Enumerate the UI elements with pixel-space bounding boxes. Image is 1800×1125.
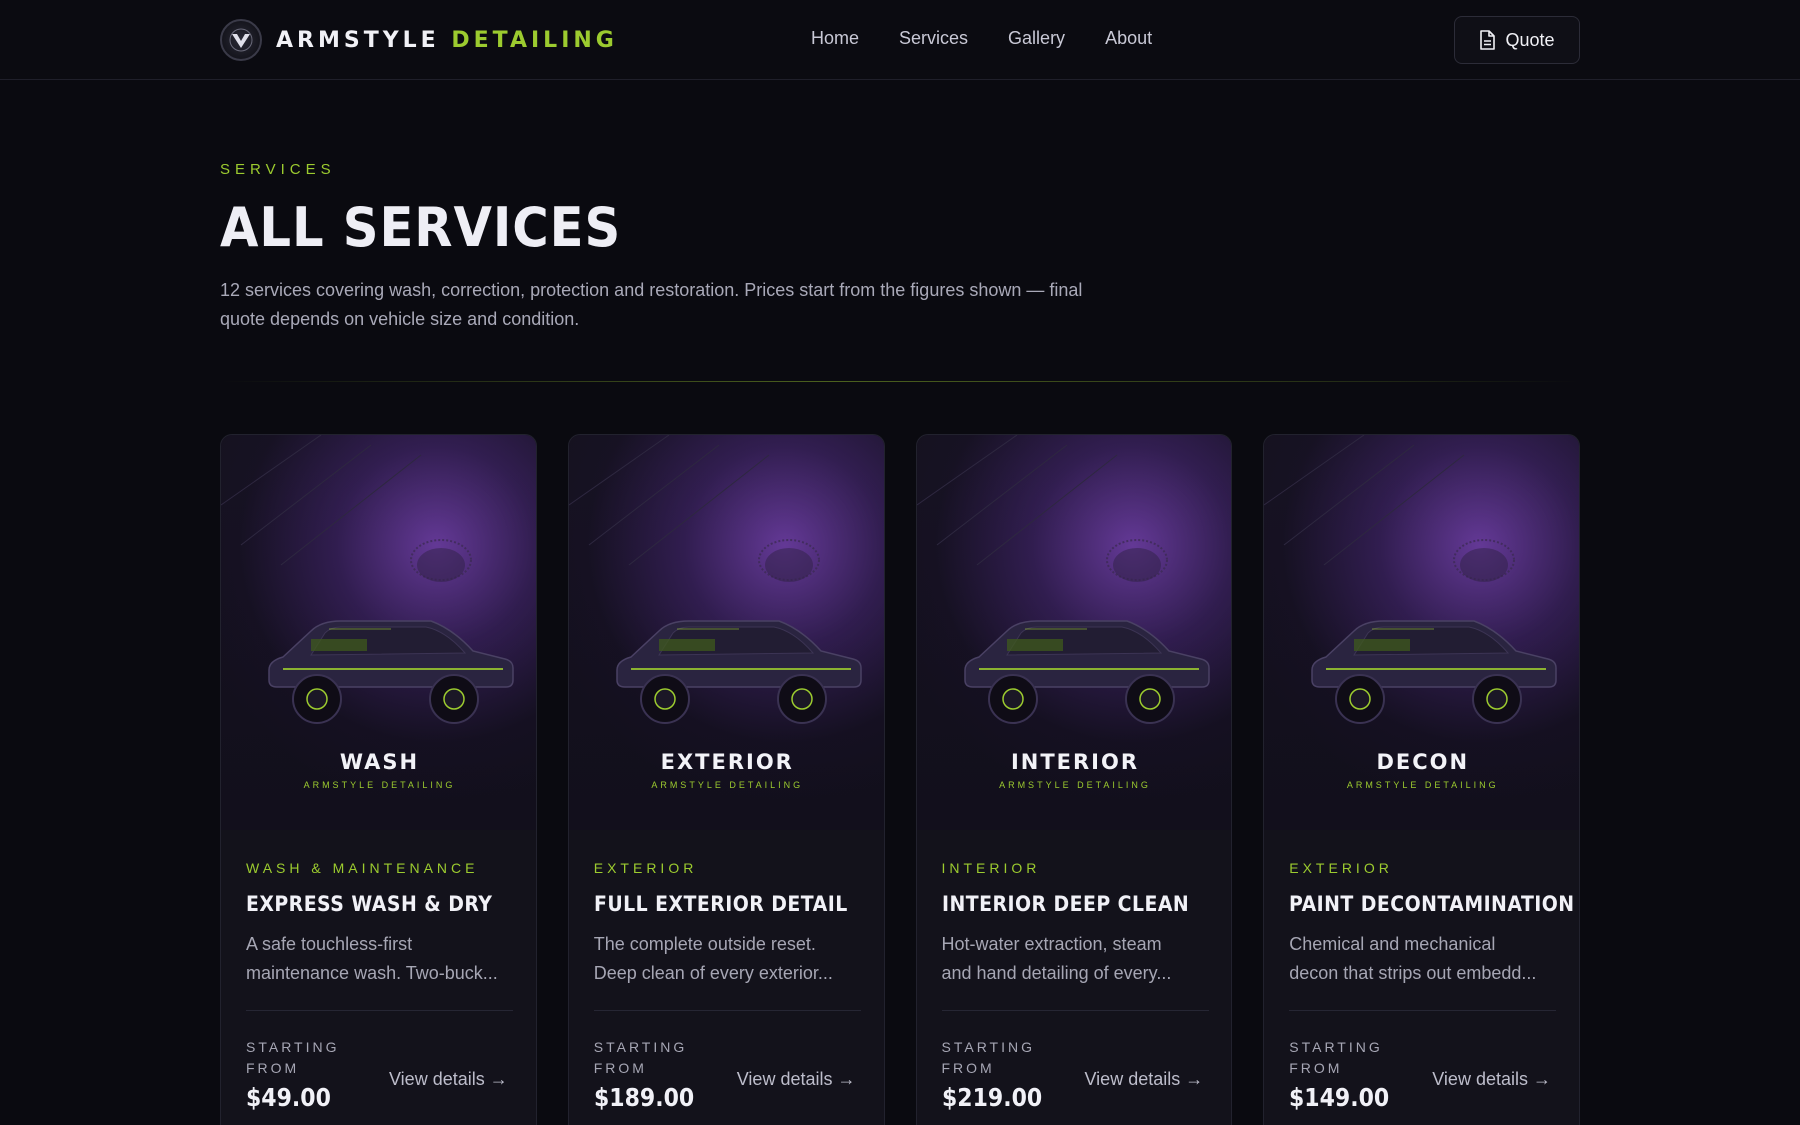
service-thumbnail: WASH ARMSTYLE DETAILING (221, 435, 536, 830)
price-label: STARTING FROM (593, 1039, 688, 1076)
service-description: The complete outside reset. Deep clean o… (594, 930, 861, 988)
thumbnail-title: DECON (1376, 750, 1470, 774)
service-card[interactable]: WASH ARMSTYLE DETAILING WASH & MAINTENAN… (220, 434, 537, 1125)
nav-about[interactable]: About (1105, 28, 1152, 49)
card-body: INTERIOR INTERIOR DEEP CLEAN Hot-water e… (941, 830, 1209, 1121)
thumbnail-subtitle: ARMSTYLE DETAILING (1346, 780, 1499, 790)
bubble-icon (757, 539, 820, 582)
car-icon (1311, 620, 1557, 724)
card-body: EXTERIOR FULL EXTERIOR DETAIL The comple… (593, 830, 861, 1121)
service-description-line: decon that strips out embedd... (1289, 963, 1537, 983)
page-title: ALL SERVICES (220, 196, 622, 259)
service-name[interactable]: EXPRESS WASH & DRY (246, 892, 492, 916)
service-description-line: Hot-water extraction, steam (941, 934, 1162, 954)
thumbnail-title: WASH (339, 750, 420, 774)
service-category: EXTERIOR (593, 860, 698, 876)
diagonal-lines (568, 435, 770, 566)
service-card[interactable]: EXTERIOR ARMSTYLE DETAILING EXTERIOR FUL… (567, 434, 885, 1125)
service-price: $189.00 (593, 1083, 694, 1112)
thumbnail-title: INTERIOR (1010, 750, 1140, 774)
service-card[interactable]: INTERIOR ARMSTYLE DETAILING INTERIOR INT… (915, 434, 1233, 1125)
service-category: EXTERIOR (1289, 860, 1393, 876)
brand-name: ARMSTYLE DETAILING (276, 28, 618, 53)
card-body: EXTERIOR PAINT DECONTAMINATION Chemical … (1289, 830, 1574, 1121)
nav-services[interactable]: Services (899, 28, 968, 49)
brand[interactable]: ARMSTYLE DETAILING (220, 18, 618, 62)
service-name[interactable]: INTERIOR DEEP CLEAN (942, 892, 1189, 916)
service-description-line: maintenance wash. Two-buck... (246, 963, 498, 983)
service-category: INTERIOR (941, 860, 1041, 876)
price-row: STARTING FROM $149.00 View details → (1289, 1011, 1556, 1121)
service-category: WASH & MAINTENANCE (246, 860, 479, 876)
bubble-icon (1105, 539, 1168, 582)
service-thumbnail: INTERIOR ARMSTYLE DETAILING (916, 435, 1232, 830)
service-description-line: The complete outside reset. (593, 934, 816, 954)
price-row: STARTING FROM $49.00 View details → (246, 1011, 513, 1121)
service-price: $49.00 (246, 1083, 331, 1112)
brand-name-primary: ARMSTYLE (276, 27, 440, 53)
service-description-line: Deep clean of every exterior... (593, 963, 833, 983)
nav-gallery[interactable]: Gallery (1008, 28, 1065, 49)
view-details-link[interactable]: View details → (1085, 1066, 1205, 1093)
service-description-line: Chemical and mechanical (1289, 934, 1496, 954)
diagonal-lines (221, 435, 422, 566)
brand-logo-icon (220, 19, 262, 61)
price-label: STARTING FROM (1289, 1039, 1383, 1076)
service-thumbnail: DECON ARMSTYLE DETAILING (1264, 435, 1580, 830)
service-card[interactable]: DECON ARMSTYLE DETAILING EXTERIOR PAINT … (1263, 434, 1580, 1125)
diagonal-lines (1264, 435, 1465, 566)
service-description-line: and hand detailing of every... (941, 963, 1172, 983)
nav-home[interactable]: Home (811, 28, 859, 49)
page-description: 12 services covering wash, correction, p… (220, 280, 1083, 329)
service-description: A safe touchless-first maintenance wash.… (246, 930, 513, 988)
site-header: ARMSTYLE DETAILING Home Services Gallery… (0, 0, 1800, 80)
view-details-link[interactable]: View details → (389, 1066, 509, 1093)
bubble-icon (1453, 539, 1516, 582)
service-price: $219.00 (941, 1083, 1042, 1112)
card-body: WASH & MAINTENANCE EXPRESS WASH & DRY A … (246, 830, 513, 1121)
service-description-line: A safe touchless-first (246, 934, 413, 954)
service-name[interactable]: PAINT DECONTAMINATION (1289, 892, 1574, 916)
thumbnail-subtitle: ARMSTYLE DETAILING (999, 780, 1151, 790)
services-grid: WASH ARMSTYLE DETAILING WASH & MAINTENAN… (220, 434, 1580, 1125)
car-icon (963, 620, 1210, 724)
price-row: STARTING FROM $219.00 View details → (942, 1011, 1209, 1121)
car-icon (616, 620, 862, 724)
brand-name-accent: DETAILING (451, 27, 618, 53)
price-label: STARTING FROM (246, 1039, 340, 1076)
section-divider (220, 381, 1580, 382)
service-description: Chemical and mechanical decon that strip… (1289, 930, 1556, 988)
quote-button[interactable]: Quote (1454, 16, 1580, 64)
bubble-icon (410, 539, 472, 582)
price-row: STARTING FROM $189.00 View details → (594, 1011, 861, 1121)
main-nav: Home Services Gallery About (811, 28, 1152, 49)
thumbnail-title: EXTERIOR (660, 750, 794, 774)
section-eyebrow: SERVICES (220, 161, 336, 178)
car-icon (268, 620, 514, 724)
diagonal-lines (916, 435, 1117, 566)
service-thumbnail: EXTERIOR ARMSTYLE DETAILING (568, 435, 884, 830)
service-price: $149.00 (1289, 1083, 1390, 1112)
service-name[interactable]: FULL EXTERIOR DETAIL (594, 892, 847, 916)
view-details-link[interactable]: View details → (1432, 1066, 1552, 1093)
document-icon (1480, 30, 1496, 50)
view-details-link[interactable]: View details → (737, 1066, 857, 1093)
quote-button-label: Quote (1505, 29, 1555, 50)
thumbnail-subtitle: ARMSTYLE DETAILING (651, 780, 804, 790)
service-description: Hot-water extraction, steam and hand det… (942, 930, 1209, 988)
thumbnail-subtitle: ARMSTYLE DETAILING (303, 780, 456, 790)
price-label: STARTING FROM (941, 1039, 1035, 1076)
